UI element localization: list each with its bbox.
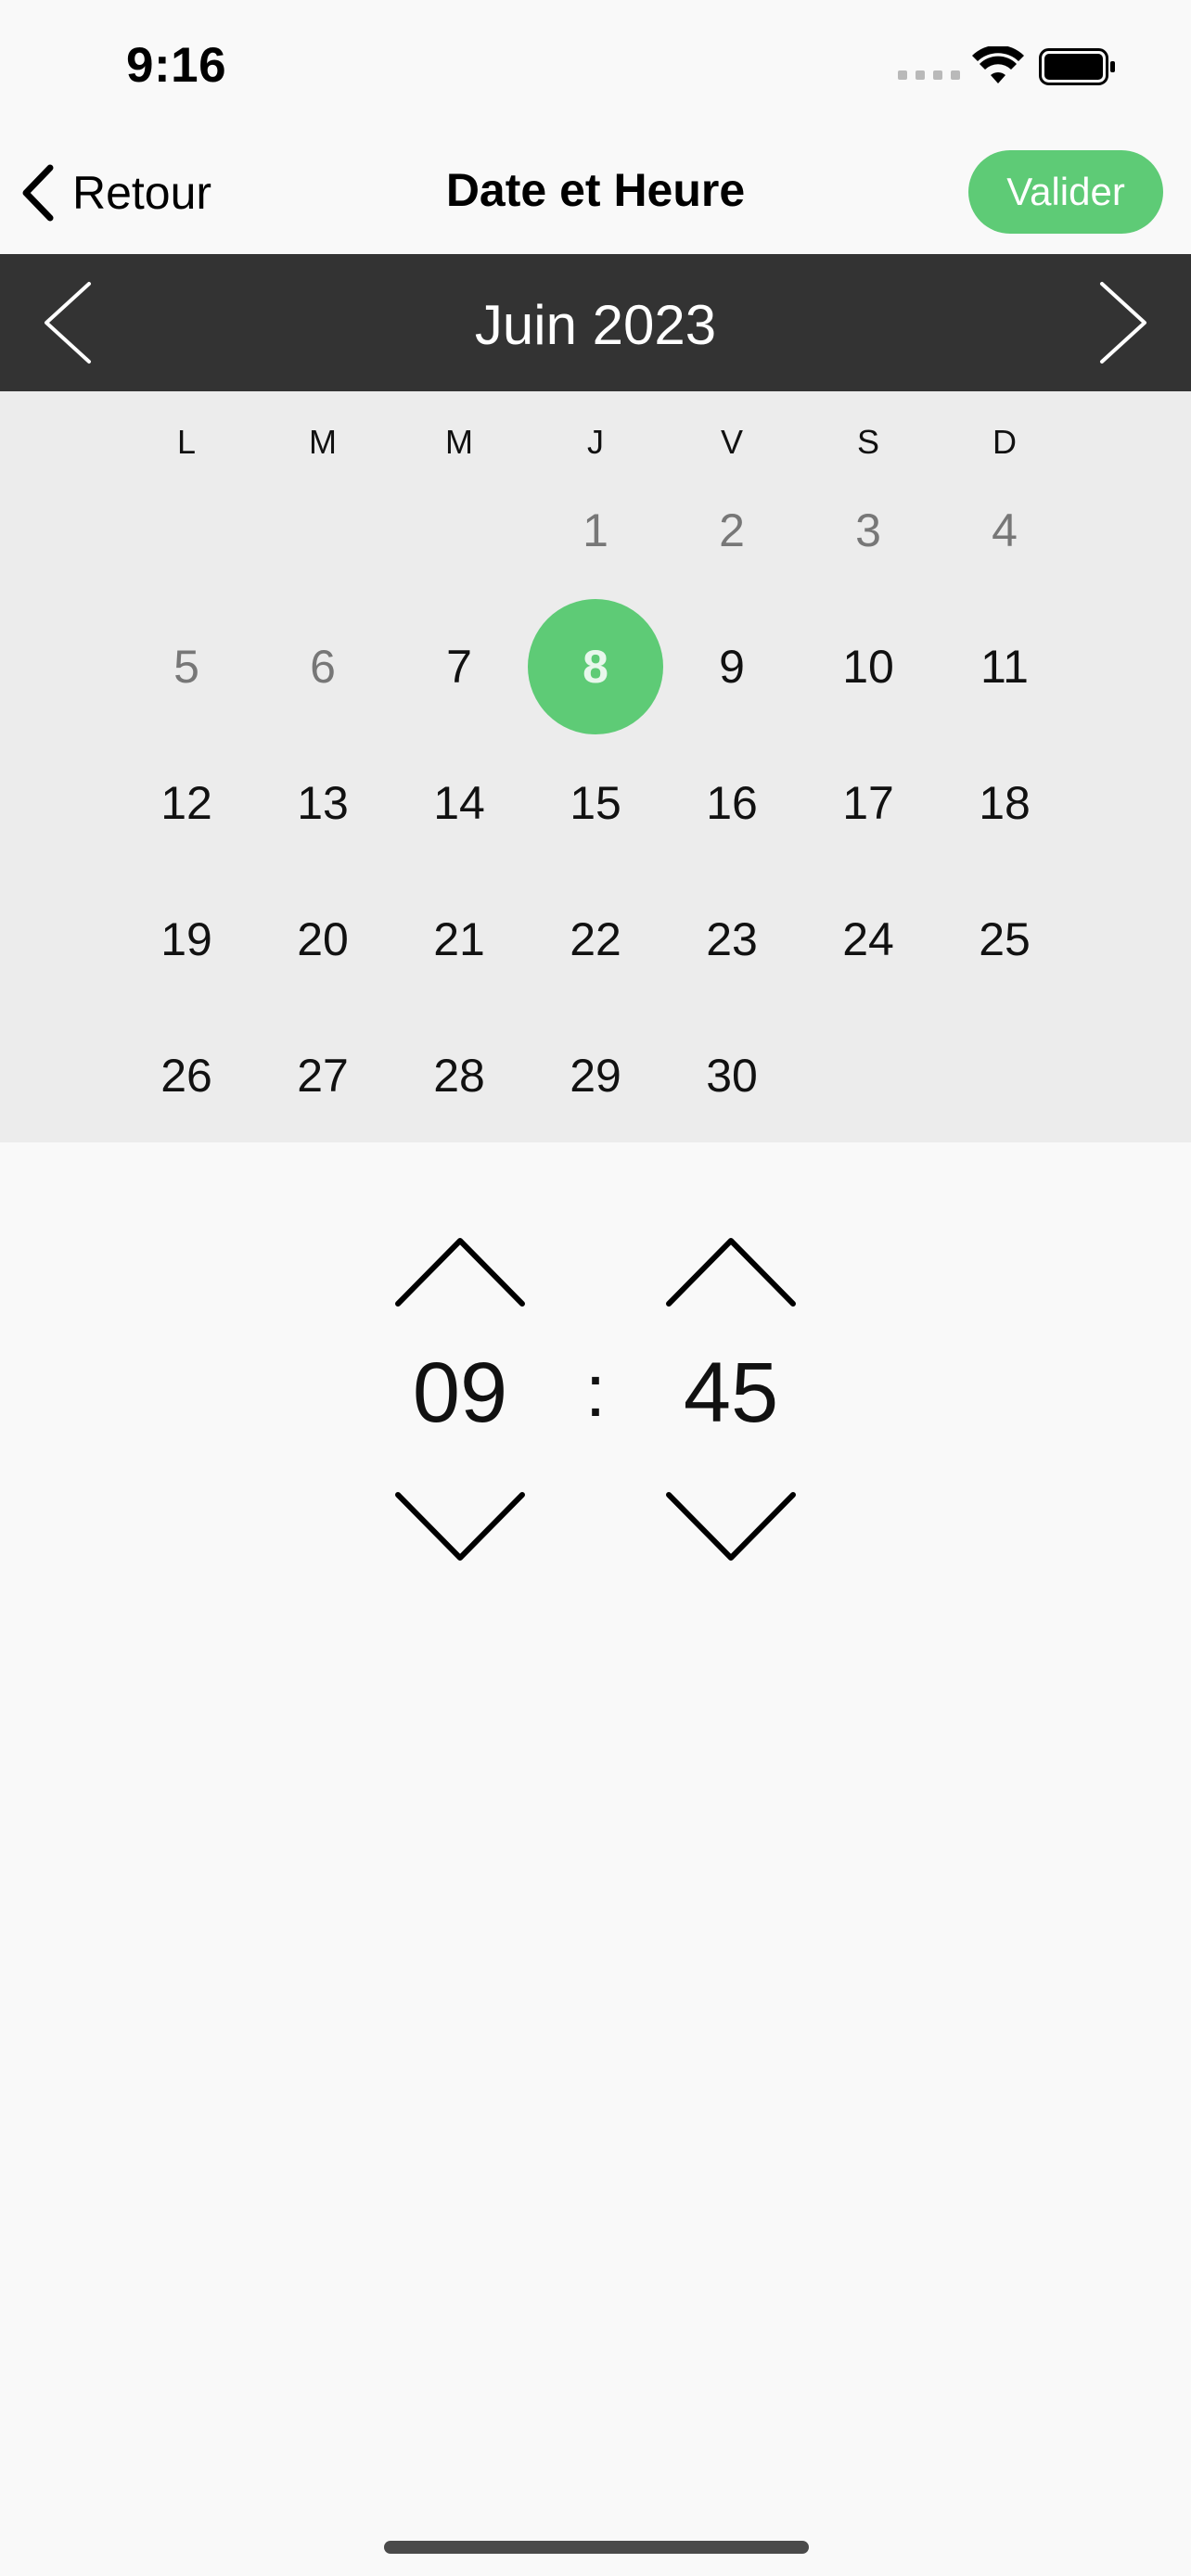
day-cell[interactable]: 17	[800, 735, 936, 871]
day-cell[interactable]: 10	[800, 599, 936, 734]
day-cell[interactable]: 25	[937, 872, 1072, 1007]
weekday-label: D	[992, 423, 1017, 461]
wifi-icon	[972, 46, 1024, 83]
signal-icon	[898, 70, 960, 80]
day-cell[interactable]: 4	[937, 463, 1072, 598]
day-cell[interactable]: 28	[391, 1008, 527, 1143]
weekday-label: M	[445, 423, 473, 461]
day-cell[interactable]: 1	[528, 463, 663, 598]
hour-value[interactable]: 09	[367, 1345, 553, 1442]
day-cell-selected[interactable]: 8	[528, 599, 663, 734]
hour-increment-button[interactable]	[391, 1228, 530, 1311]
day-cell[interactable]: 15	[528, 735, 663, 871]
confirm-button[interactable]: Valider	[968, 150, 1163, 234]
day-cell[interactable]: 23	[664, 872, 800, 1007]
weekday-label: J	[587, 423, 604, 461]
day-cell[interactable]: 27	[255, 1008, 391, 1143]
day-cell[interactable]: 2	[664, 463, 800, 598]
next-month-button[interactable]	[1089, 276, 1154, 369]
date-time-screen: 9:16 Retour Date et Heure Valider Juin 2…	[0, 0, 1191, 2576]
time-picker: 09 : 45	[0, 1142, 1191, 1625]
day-cell[interactable]: 21	[391, 872, 527, 1007]
day-cell[interactable]: 30	[664, 1008, 800, 1143]
weekday-label: L	[176, 423, 197, 461]
home-indicator[interactable]	[384, 2541, 809, 2554]
day-cell[interactable]: 12	[119, 735, 254, 871]
month-header: Juin 2023	[0, 254, 1191, 391]
day-cell[interactable]: 7	[391, 599, 527, 734]
day-cell[interactable]: 16	[664, 735, 800, 871]
minute-value[interactable]: 45	[638, 1345, 824, 1442]
time-separator: :	[584, 1349, 607, 1432]
hour-decrement-button[interactable]	[391, 1487, 530, 1571]
day-cell[interactable]: 20	[255, 872, 391, 1007]
minute-increment-button[interactable]	[661, 1228, 800, 1311]
day-cell[interactable]: 24	[800, 872, 936, 1007]
navigation-bar: Retour Date et Heure Valider	[0, 130, 1191, 254]
battery-icon	[1039, 48, 1115, 85]
minute-decrement-button[interactable]	[661, 1487, 800, 1571]
day-cell[interactable]: 22	[528, 872, 663, 1007]
status-bar: 9:16	[0, 0, 1191, 130]
day-cell[interactable]: 19	[119, 872, 254, 1007]
day-cell[interactable]: 6	[255, 599, 391, 734]
day-cell[interactable]: 9	[664, 599, 800, 734]
day-cell[interactable]: 18	[937, 735, 1072, 871]
status-time: 9:16	[126, 38, 227, 93]
day-cell[interactable]: 13	[255, 735, 391, 871]
weekday-label: V	[720, 423, 743, 461]
day-cell[interactable]: 26	[119, 1008, 254, 1143]
month-label: Juin 2023	[474, 294, 717, 356]
day-cell[interactable]: 29	[528, 1008, 663, 1143]
calendar-grid: LMMJVSD 1 2 3 4 5 6 7 8 9 10 11 12 13 14 15 16 17 18 19 20 2…	[0, 391, 1191, 1142]
weekday-label: M	[309, 423, 337, 461]
day-cell[interactable]: 3	[800, 463, 936, 598]
weekday-label: S	[856, 423, 879, 461]
day-cell[interactable]: 11	[937, 599, 1072, 734]
day-cell[interactable]: 5	[119, 599, 254, 734]
day-cell[interactable]: 14	[391, 735, 527, 871]
